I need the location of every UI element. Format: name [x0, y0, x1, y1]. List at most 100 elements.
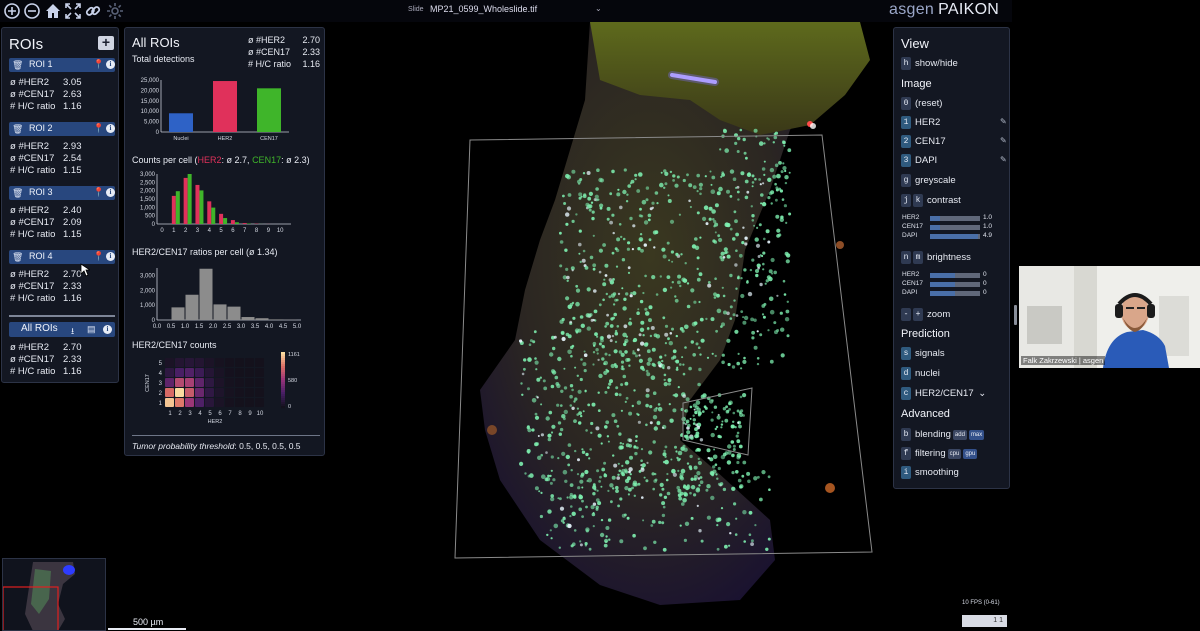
roi-header[interactable]: 🗑 ROI 4 📍 i [9, 250, 115, 264]
roi-panel: ROIs + 🗑 ROI 1 📍 i ø #HER2 3.05 ø #CEN17 2… [1, 27, 119, 383]
minimap[interactable] [2, 558, 106, 631]
fullscreen-icon[interactable] [64, 2, 82, 20]
slider-track[interactable] [930, 291, 980, 296]
slider-track[interactable] [930, 216, 980, 221]
slider-dapi[interactable]: DAPI 4.9 [902, 232, 1002, 240]
slider-dapi[interactable]: DAPI 0 [902, 289, 1002, 297]
slider-track[interactable] [930, 282, 980, 287]
heatmap-cell [205, 358, 214, 367]
info-icon[interactable]: i [106, 252, 115, 261]
slide-select[interactable]: MP21_0599_Wholeslide.tif [430, 4, 537, 14]
heatmap-cell [195, 358, 204, 367]
filtering-gpu-option[interactable]: gpu [963, 449, 978, 459]
y-tick-label: 2,000 [140, 288, 156, 294]
table-icon[interactable]: ▤ [87, 324, 96, 335]
roi-stat-cen17: ø #CEN17 2.54 [10, 153, 82, 164]
settings-icon[interactable] [106, 2, 124, 20]
link-icon[interactable] [84, 2, 102, 20]
y-tick-label: 3,000 [140, 273, 156, 279]
heatmap-cell [195, 388, 204, 397]
smoothing-toggle[interactable]: i smoothing [901, 466, 959, 480]
trash-icon[interactable]: 🗑 [12, 124, 23, 134]
heatmap-cell [195, 378, 204, 387]
bar [187, 174, 192, 224]
info-icon[interactable]: i [106, 60, 115, 69]
colorbar-tick-label: 1161 [288, 352, 300, 358]
channel-dapi-toggle[interactable]: 3 DAPI ✎ [901, 154, 1007, 168]
slider-her2[interactable]: HER2 0 [902, 271, 1002, 279]
zoom-control[interactable]: - + zoom [901, 308, 950, 322]
info-icon[interactable]: i [106, 124, 115, 133]
roi-name: ROI 1 [29, 59, 53, 69]
counts-per-cell-chart: 0 500 1,000 1,500 2,000 2,500 3,000 0 1 2 3 4 5 6 7 8 9 1… [140, 172, 291, 234]
channel-cen17-toggle[interactable]: 2 CEN17 ✎ [901, 135, 1007, 149]
slider-fill [930, 216, 940, 221]
roi-name: ROI 3 [29, 187, 53, 197]
slider-cen17[interactable]: CEN17 1.0 [902, 223, 1002, 231]
colorbar-segment [281, 398, 285, 401]
roi-name: ROI 4 [29, 251, 53, 261]
channel-her2-toggle[interactable]: 1 HER2 ✎ [901, 116, 1007, 130]
roi-header[interactable]: 🗑 ROI 3 📍 i [9, 186, 115, 200]
slider-track[interactable] [930, 273, 980, 278]
download-icon[interactable]: ⭳ [71, 324, 74, 340]
slider-her2[interactable]: HER2 1.0 [902, 214, 1002, 222]
info-icon[interactable]: i [103, 325, 112, 334]
chevron-down-icon[interactable]: ⌄ [978, 387, 986, 400]
colorbar-segment [281, 394, 285, 397]
roi-header[interactable]: 🗑 ROI 2 📍 i [9, 122, 115, 136]
pin-icon[interactable]: 📍 [93, 123, 104, 134]
add-roi-button[interactable]: + [98, 35, 114, 50]
x-tick-label: 4 [198, 411, 202, 417]
pencil-icon[interactable]: ✎ [1000, 136, 1007, 145]
signals-toggle[interactable]: s signals [901, 347, 945, 361]
blending-max-option[interactable]: max [968, 430, 985, 440]
all-stat-cen17: ø #CEN17 2.33 [10, 354, 82, 365]
contrast-control[interactable]: j k contrast [901, 194, 961, 208]
y-tick-label: 1,000 [140, 303, 156, 309]
reset-button[interactable]: 0 (reset) [901, 97, 942, 111]
zoom-in-icon[interactable] [3, 2, 21, 20]
blending-add-option[interactable]: add [952, 430, 967, 440]
y-tick-label: 0 [152, 222, 156, 228]
greyscale-toggle[interactable]: g greyscale [901, 174, 956, 188]
pencil-icon[interactable]: ✎ [1000, 117, 1007, 126]
nuclei-toggle[interactable]: d nuclei [901, 367, 940, 381]
y-tick-label: 4 [159, 371, 163, 377]
info-icon[interactable]: i [106, 188, 115, 197]
trash-icon[interactable]: 🗑 [12, 252, 23, 262]
x-axis-label: HER2 [208, 419, 223, 425]
filtering-control[interactable]: f filtering cpu gpu [901, 447, 978, 461]
home-icon[interactable] [44, 2, 62, 20]
filtering-cpu-option[interactable]: cpu [947, 449, 962, 459]
brightness-control[interactable]: n m brightness [901, 251, 971, 265]
roi-header[interactable]: 🗑 ROI 1 📍 i [9, 58, 115, 72]
pin-icon[interactable]: 📍 [93, 251, 104, 262]
pin-icon[interactable]: 📍 [93, 59, 104, 70]
pencil-icon[interactable]: ✎ [1000, 155, 1007, 164]
slider-track[interactable] [930, 225, 980, 230]
roi-stat-her2: ø #HER2 2.40 [10, 205, 82, 216]
all-rois-header[interactable]: All ROIs ⭳ ▤ i [9, 322, 115, 337]
chevron-down-icon[interactable]: ⌄ [595, 4, 602, 13]
colorbar-segment [281, 384, 285, 387]
slider-track[interactable] [930, 234, 980, 239]
x-tick-label: 3 [188, 411, 192, 417]
heatmap-cell [245, 368, 254, 377]
zoom-out-icon[interactable] [23, 2, 41, 20]
summary-ratio: # H/C ratio 1.16 [248, 59, 320, 69]
splitter-handle[interactable] [1014, 305, 1017, 325]
heatmap-cell [235, 358, 244, 367]
x-tick-label: 4.0 [265, 324, 274, 330]
pin-icon[interactable]: 📍 [93, 187, 104, 198]
fps-graph: 1 1 [962, 615, 1007, 627]
colorbar-segment [281, 356, 285, 359]
trash-icon[interactable]: 🗑 [12, 188, 23, 198]
slider-cen17[interactable]: CEN17 0 [902, 280, 1002, 288]
show-hide-toggle[interactable]: h show/hide [901, 57, 958, 71]
summary-cen17: ø #CEN17 2.33 [248, 47, 320, 57]
x-tick-label: 7 [228, 411, 232, 417]
trash-icon[interactable]: 🗑 [12, 60, 23, 70]
blending-control[interactable]: b blending add max [901, 428, 985, 442]
her2-cen17-select[interactable]: c HER2/CEN17 ⌄ [901, 387, 986, 401]
